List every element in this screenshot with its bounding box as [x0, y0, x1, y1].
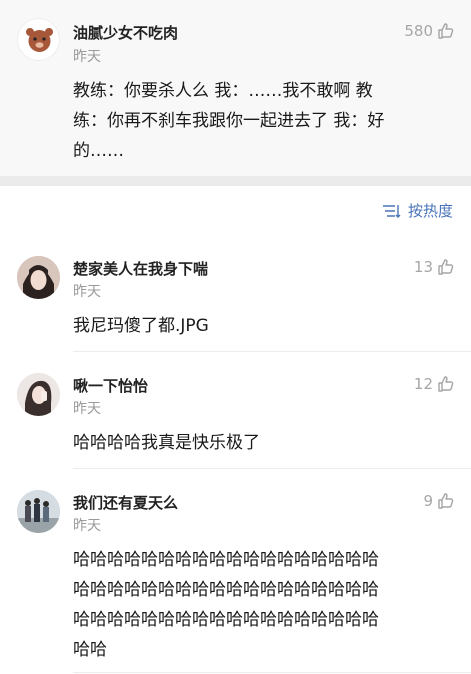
text-line: 哈哈哈哈哈哈哈哈哈哈哈哈哈哈哈哈哈哈	[73, 580, 379, 600]
sort-icon	[382, 204, 401, 218]
like-count: 13	[413, 258, 433, 276]
timestamp: 昨天	[73, 401, 101, 417]
comment-item: 我们还有夏天么 昨天 9 哈哈哈哈哈哈哈哈哈哈哈哈哈哈哈哈哈哈 哈哈哈哈哈哈哈哈…	[0, 484, 471, 674]
text-line: 练：你再不刹车我跟你一起进去了 我：好	[73, 111, 385, 131]
text-line: 哈哈哈哈我真是快乐极了	[73, 433, 260, 453]
thumbs-up-icon	[438, 23, 454, 39]
timestamp: 昨天	[73, 49, 101, 65]
text-line: 哈哈	[73, 640, 107, 660]
text-line: 哈哈哈哈哈哈哈哈哈哈哈哈哈哈哈哈哈哈	[73, 550, 379, 570]
avatar[interactable]	[17, 18, 60, 61]
timestamp: 昨天	[73, 284, 101, 300]
like-button[interactable]: 13	[414, 258, 455, 276]
like-button[interactable]: 580	[404, 22, 455, 40]
like-count: 9	[423, 492, 433, 510]
username[interactable]: 我们还有夏天么	[73, 492, 178, 513]
comment-item: 啾一下怡怡 昨天 12 哈哈哈哈我真是快乐极了	[0, 367, 471, 469]
post-body: 教练：你要杀人么 我：……我不敢啊 教 练：你再不刹车我跟你一起进去了 我：好 …	[73, 76, 384, 166]
text-line: 哈哈哈哈哈哈哈哈哈哈哈哈哈哈哈哈哈哈	[73, 610, 379, 630]
like-count: 580	[404, 22, 433, 40]
text-line: 教练：你要杀人么 我：……我不敢啊 教	[73, 81, 373, 101]
thumbs-up-icon	[438, 259, 454, 275]
divider	[73, 672, 471, 673]
like-button[interactable]: 12	[414, 375, 455, 393]
comment-body: 哈哈哈哈我真是快乐极了	[73, 428, 260, 458]
comment-body: 哈哈哈哈哈哈哈哈哈哈哈哈哈哈哈哈哈哈 哈哈哈哈哈哈哈哈哈哈哈哈哈哈哈哈哈哈 哈哈…	[73, 545, 379, 665]
top-post: 油腻少女不吃肉 昨天 580 教练：你要杀人么 我：……我不敢啊 教 练：你再不…	[0, 0, 471, 176]
divider	[73, 351, 471, 352]
timestamp: 昨天	[73, 518, 101, 534]
avatar[interactable]	[17, 490, 60, 533]
comment-body: 我尼玛傻了都.JPG	[73, 311, 209, 341]
username[interactable]: 楚家美人在我身下喘	[73, 258, 208, 279]
like-button[interactable]: 9	[423, 492, 455, 510]
thumbs-up-icon	[438, 493, 454, 509]
avatar[interactable]	[17, 256, 60, 299]
sort-by-hot-button[interactable]: 按热度	[382, 200, 453, 221]
avatar[interactable]	[17, 373, 60, 416]
sort-label: 按热度	[407, 202, 453, 220]
like-count: 12	[413, 375, 433, 393]
username[interactable]: 油腻少女不吃肉	[73, 22, 178, 43]
username[interactable]: 啾一下怡怡	[73, 375, 148, 396]
thumbs-up-icon	[438, 376, 454, 392]
text-line: 我尼玛傻了都.JPG	[73, 316, 209, 336]
comment-item: 楚家美人在我身下喘 昨天 13 我尼玛傻了都.JPG	[0, 250, 471, 352]
divider	[73, 468, 471, 469]
section-divider	[0, 176, 471, 186]
text-line: 的……	[73, 141, 124, 161]
